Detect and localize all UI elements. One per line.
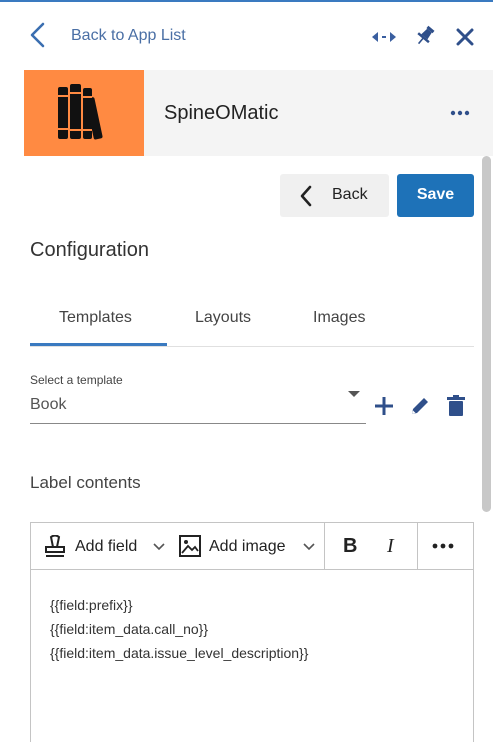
scrollbar[interactable] (482, 156, 491, 742)
label-editor: Add field Add image B I {{field:prefix}}… (30, 522, 474, 742)
image-icon (179, 535, 201, 557)
template-select-label: Select a template (30, 373, 123, 387)
chevron-left-icon (300, 185, 312, 207)
more-horizontal-icon[interactable] (450, 110, 470, 116)
editor-content[interactable]: {{field:prefix}} {{field:item_data.call_… (50, 593, 308, 665)
configuration-title: Configuration (30, 239, 149, 261)
chevron-down-icon (153, 543, 165, 551)
stamp-icon (45, 535, 65, 557)
editor-line: {{field:prefix}} (50, 597, 133, 613)
back-button[interactable]: Back (280, 174, 389, 217)
editor-toolbar: Add field Add image B I (31, 523, 473, 570)
add-image-label: Add image (209, 538, 286, 555)
add-field-label: Add field (75, 538, 138, 555)
italic-button[interactable]: I (371, 523, 417, 570)
save-button-label: Save (416, 186, 455, 203)
active-tab-indicator (30, 343, 167, 346)
bold-button[interactable]: B (325, 523, 371, 570)
add-image-dropdown[interactable]: Add image (177, 523, 323, 570)
label-contents-title: Label contents (30, 473, 141, 492)
more-options-button[interactable] (418, 523, 473, 570)
chevron-left-icon[interactable] (28, 22, 48, 48)
app-logo (24, 70, 144, 156)
editor-line: {{field:item_data.issue_level_descriptio… (50, 645, 309, 661)
top-nav: Back to App List (0, 2, 493, 70)
pin-icon[interactable] (415, 25, 435, 47)
pencil-icon[interactable] (411, 396, 430, 415)
tab-images[interactable]: Images (313, 309, 365, 327)
tab-templates[interactable]: Templates (59, 309, 132, 327)
tab-layouts[interactable]: Layouts (195, 309, 251, 327)
bold-label: B (343, 535, 358, 557)
app-title: SpineOMatic (164, 102, 279, 124)
add-field-dropdown[interactable]: Add field (31, 523, 177, 570)
editor-line: {{field:item_data.call_no}} (50, 621, 209, 637)
close-icon[interactable] (456, 28, 474, 46)
template-select-value: Book (30, 396, 67, 413)
expand-horizontal-icon[interactable] (372, 30, 396, 44)
chevron-down-icon (303, 543, 315, 551)
template-select[interactable]: Book (30, 390, 366, 424)
trash-icon[interactable] (447, 395, 465, 416)
add-icon[interactable] (374, 396, 394, 416)
config-tabs: Templates Layouts Images (30, 292, 474, 347)
back-to-app-list-link[interactable]: Back to App List (71, 27, 186, 45)
save-button[interactable]: Save (397, 174, 474, 217)
caret-down-icon (348, 391, 360, 397)
more-horizontal-icon (432, 543, 454, 549)
italic-label: I (387, 535, 394, 557)
books-icon (58, 84, 103, 140)
scrollbar-thumb[interactable] (482, 156, 491, 512)
back-button-label: Back (332, 186, 368, 203)
app-header: SpineOMatic (24, 70, 493, 156)
